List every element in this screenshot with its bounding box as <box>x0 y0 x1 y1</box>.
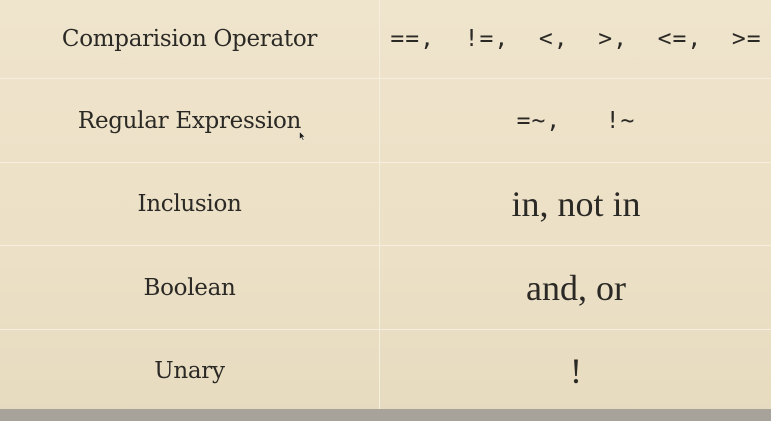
operator-symbols: in, not in <box>379 162 771 246</box>
operators-slide: Comparision Operator ==, !=, <, >, <=, >… <box>0 0 771 421</box>
table-row: Comparision Operator ==, !=, <, >, <=, >… <box>0 0 771 79</box>
operator-category: Unary <box>0 329 380 412</box>
operator-category: Inclusion <box>0 162 380 246</box>
table-row: Inclusion in, not in <box>0 162 771 246</box>
operator-category: Boolean <box>0 245 380 330</box>
operator-symbols: ! <box>379 329 771 412</box>
operator-category: Regular Expression <box>0 78 380 163</box>
table-row: Unary ! <box>0 329 771 412</box>
operator-symbols: and, or <box>379 245 771 330</box>
table-row: Regular Expression =~, !~ <box>0 78 771 163</box>
bottom-strip <box>0 409 771 421</box>
table-row: Boolean and, or <box>0 245 771 330</box>
operators-table: Comparision Operator ==, !=, <, >, <=, >… <box>0 0 771 412</box>
operator-symbols: =~, !~ <box>379 78 771 163</box>
mouse-pointer-icon <box>299 131 306 141</box>
operator-category: Comparision Operator <box>0 0 380 79</box>
operator-symbols: ==, !=, <, >, <=, >= <box>379 0 771 79</box>
